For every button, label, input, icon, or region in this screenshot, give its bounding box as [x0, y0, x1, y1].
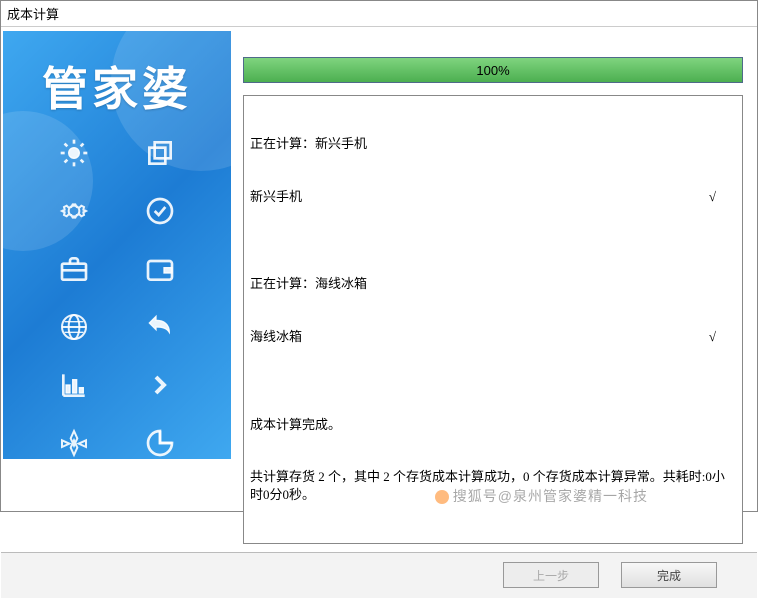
icon-grid [3, 133, 231, 459]
button-bar: 上一步 完成 [1, 552, 757, 598]
star-icon [54, 423, 94, 459]
chevron-right-icon [140, 365, 180, 405]
cost-calc-window: 成本计算 管家婆 [0, 0, 758, 512]
main-area: 管家婆 [1, 27, 757, 552]
gear-icon [54, 191, 94, 231]
window-title: 成本计算 [1, 1, 757, 27]
prev-button: 上一步 [503, 562, 599, 588]
check-mark-icon: √ [709, 188, 716, 206]
log-line: 正在计算：新兴手机 [250, 135, 736, 153]
log-summary: 共计算存货 2 个，其中 2 个存货成本计算成功，0 个存货成本计算异常。共耗时… [250, 468, 736, 503]
log-line: 正在计算：海线冰箱 [250, 275, 736, 293]
progress-bar: 100% [243, 57, 743, 83]
log-line: 新兴手机 √ [250, 188, 736, 206]
wallet-icon [140, 249, 180, 289]
log-item: 新兴手机 [250, 188, 302, 206]
progress-label: 100% [244, 58, 742, 82]
brand-sidebar: 管家婆 [3, 31, 231, 459]
sun-icon [54, 133, 94, 173]
globe-icon [54, 307, 94, 347]
log-output: 正在计算：新兴手机 新兴手机 √ 正在计算：海线冰箱 海线冰箱 √ 成本计算完成… [243, 95, 743, 544]
brand-name: 管家婆 [3, 31, 231, 133]
log-done: 成本计算完成。 [250, 416, 736, 434]
pie-chart-icon [140, 423, 180, 459]
log-line: 海线冰箱 √ [250, 328, 736, 346]
bar-chart-icon [54, 365, 94, 405]
finish-button[interactable]: 完成 [621, 562, 717, 588]
check-icon [140, 191, 180, 231]
log-item: 海线冰箱 [250, 328, 302, 346]
undo-icon [140, 307, 180, 347]
right-panel: 100% 正在计算：新兴手机 新兴手机 √ 正在计算：海线冰箱 海线冰箱 √ [239, 31, 751, 552]
check-mark-icon: √ [709, 328, 716, 346]
briefcase-icon [54, 249, 94, 289]
stack-icon [140, 133, 180, 173]
content-area: 管家婆 [1, 27, 757, 598]
